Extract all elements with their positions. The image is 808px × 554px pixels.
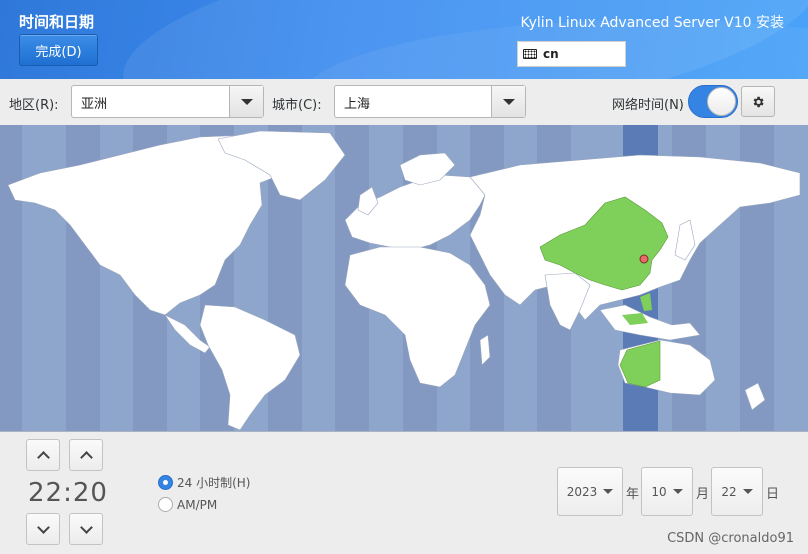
chevron-down-icon [36, 520, 50, 534]
format-ampm-label: AM/PM [177, 497, 218, 512]
year-combo[interactable]: 2023 [557, 467, 623, 516]
chevron-down-icon [79, 520, 93, 534]
time-date-panel: 22:20 24 小时制(H) AM/PM 2023 年 10 月 22 日 C… [0, 432, 808, 554]
month-value: 10 [651, 484, 667, 499]
month-unit: 月 [696, 487, 710, 502]
hour-up-button[interactable] [26, 439, 60, 471]
region-value: 亚洲 [81, 97, 108, 112]
city-combo[interactable]: 上海 [334, 85, 526, 118]
ntp-settings-button[interactable] [741, 86, 775, 117]
page-title: 时间和日期 [19, 13, 95, 31]
timezone-map[interactable] [0, 125, 808, 432]
chevron-down-icon [742, 489, 753, 494]
hour-down-button[interactable] [26, 513, 60, 545]
product-name: Kylin Linux Advanced Server V10 安装 [520, 15, 784, 31]
minute-down-button[interactable] [69, 513, 103, 545]
format-24h-option[interactable]: 24 小时制(H) [158, 474, 250, 491]
region-dropdown-button[interactable] [229, 86, 263, 117]
format-ampm-radio[interactable] [158, 497, 173, 512]
gear-icon [753, 96, 764, 107]
month-combo[interactable]: 10 [641, 467, 693, 516]
format-24h-radio[interactable] [158, 475, 173, 490]
keyboard-layout-label: cn [543, 47, 559, 61]
format-ampm-option[interactable]: AM/PM [158, 497, 217, 512]
day-value: 22 [721, 484, 737, 499]
watermark: CSDN @cronaldo91 [667, 531, 794, 546]
chevron-down-icon [603, 489, 614, 494]
format-24h-label: 24 小时制(H) [177, 476, 251, 490]
keyboard-layout-indicator[interactable]: cn [517, 41, 626, 67]
chevron-up-icon [36, 450, 50, 464]
city-value: 上海 [344, 97, 371, 112]
network-time-switch[interactable] [688, 85, 738, 118]
keyboard-icon [523, 49, 537, 59]
timezone-toolbar: 地区(R): 亚洲 城市(C): 上海 网络时间(N) [0, 79, 808, 125]
year-unit: 年 [626, 487, 640, 502]
city-label: 城市(C): [272, 98, 322, 113]
selected-city-pin[interactable] [639, 254, 649, 264]
chevron-up-icon [79, 450, 93, 464]
day-combo[interactable]: 22 [711, 467, 763, 516]
minute-up-button[interactable] [69, 439, 103, 471]
day-unit: 日 [766, 487, 780, 502]
world-map[interactable] [0, 125, 808, 432]
header-bar: 时间和日期 完成(D) Kylin Linux Advanced Server … [0, 0, 808, 79]
network-time-label: 网络时间(N) [612, 98, 684, 113]
region-combo[interactable]: 亚洲 [71, 85, 264, 118]
switch-knob[interactable] [707, 87, 736, 116]
city-dropdown-button[interactable] [491, 86, 525, 117]
chevron-down-icon [672, 489, 683, 494]
done-button[interactable]: 完成(D) [19, 34, 98, 66]
chevron-down-icon [240, 98, 253, 105]
region-label: 地区(R): [9, 98, 59, 113]
year-value: 2023 [566, 484, 598, 499]
chevron-down-icon [502, 98, 515, 105]
time-display: 22:20 [28, 478, 108, 508]
